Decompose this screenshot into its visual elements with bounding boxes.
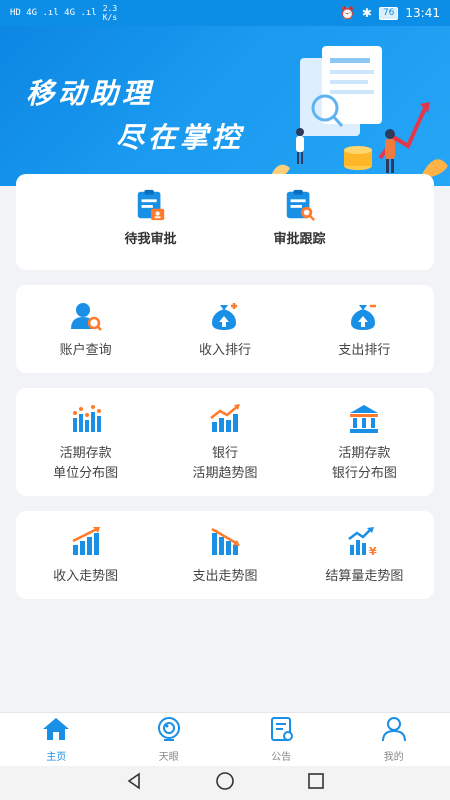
tab-profile-label: 我的	[383, 752, 404, 763]
banner-subtitle: 尽在掌控	[116, 121, 245, 154]
eye-icon	[154, 716, 184, 746]
banner-title: 移动助理	[26, 77, 155, 110]
expense-trend-label: 支出走势图	[192, 569, 258, 584]
hero-banner: 移动助理 尽在掌控	[0, 26, 450, 186]
status-time: 13:41	[405, 6, 440, 20]
bottom-tab-bar: 主页 天眼 公告 我的	[0, 712, 450, 766]
expense-ranking-label: 支出排行	[338, 343, 391, 358]
account-query-button[interactable]: 账户查询	[16, 285, 155, 373]
system-nav-bar	[0, 766, 450, 800]
status-bar: HD 4G .ıl 4G .ıl 2.3 K/s ⏰ ✱ 76 13:41	[0, 0, 450, 26]
approval-tracking-button[interactable]: 审批跟踪	[225, 174, 374, 270]
recent-apps-icon[interactable]	[307, 772, 325, 794]
tab-notice-label: 公告	[271, 752, 292, 763]
bank-distribution-label-1: 活期存款	[338, 446, 391, 461]
network-speed: 2.3 K/s	[102, 4, 118, 22]
income-trend-icon	[69, 525, 103, 559]
settlement-trend-label: 结算量走势图	[325, 569, 404, 584]
bank-distribution-label-2: 银行分布图	[331, 466, 397, 481]
approval-card: 待我审批 审批跟踪	[16, 174, 434, 270]
bank-trend-button[interactable]: 银行 活期趋势图	[155, 388, 294, 496]
bank-distribution-button[interactable]: 活期存款 银行分布图	[295, 388, 434, 496]
account-query-icon	[69, 299, 103, 333]
home-icon	[41, 716, 71, 746]
notice-icon	[266, 716, 296, 746]
income-ranking-button[interactable]: 收入排行	[155, 285, 294, 373]
income-ranking-icon	[208, 299, 242, 333]
trend-card: 收入走势图 支出走势图 ¥ 结算量走势图	[16, 511, 434, 599]
signal-text: HD 4G .ıl 4G .ıl	[10, 8, 97, 18]
unit-distribution-label-1: 活期存款	[59, 446, 112, 461]
tab-profile[interactable]: 我的	[338, 713, 450, 766]
expense-trend-button[interactable]: 支出走势图	[155, 511, 294, 599]
trend-chart-icon	[208, 402, 242, 436]
approval-tracking-icon	[283, 188, 317, 222]
deposit-card: 活期存款 单位分布图 银行 活期趋势图 活期存款 银行分布图	[16, 388, 434, 496]
bank-trend-label-2: 活期趋势图	[192, 466, 258, 481]
banner-illustration	[270, 46, 448, 179]
profile-icon	[379, 716, 409, 746]
back-icon[interactable]	[125, 772, 143, 794]
query-card: 账户查询 收入排行 支出排行	[16, 285, 434, 373]
expense-ranking-icon	[347, 299, 381, 333]
expense-ranking-button[interactable]: 支出排行	[295, 285, 434, 373]
expense-trend-icon	[208, 525, 242, 559]
tab-notice[interactable]: 公告	[225, 713, 338, 766]
bar-chart-icon	[69, 402, 103, 436]
alarm-icon: ⏰	[339, 6, 355, 20]
approval-tracking-label: 审批跟踪	[273, 232, 326, 247]
tab-home[interactable]: 主页	[0, 713, 113, 766]
income-trend-button[interactable]: 收入走势图	[16, 511, 155, 599]
svg-text:¥: ¥	[369, 545, 377, 558]
tab-home-label: 主页	[46, 752, 67, 763]
tab-eye[interactable]: 天眼	[113, 713, 226, 766]
settlement-trend-button[interactable]: ¥ 结算量走势图	[295, 511, 434, 599]
pending-approval-icon	[134, 188, 168, 222]
battery-indicator: 76	[378, 6, 399, 20]
settlement-trend-icon: ¥	[347, 525, 381, 559]
tab-eye-label: 天眼	[158, 752, 179, 763]
home-circle-icon[interactable]	[215, 771, 235, 795]
bluetooth-icon: ✱	[361, 6, 372, 20]
bank-trend-label-1: 银行	[211, 446, 238, 461]
signal-indicators: HD 4G .ıl 4G .ıl 2.3 K/s	[10, 4, 117, 22]
unit-distribution-button[interactable]: 活期存款 单位分布图	[16, 388, 155, 496]
account-query-label: 账户查询	[59, 343, 112, 358]
unit-distribution-label-2: 单位分布图	[53, 466, 119, 481]
bank-icon	[347, 402, 381, 436]
income-trend-label: 收入走势图	[53, 569, 119, 584]
income-ranking-label: 收入排行	[198, 343, 251, 358]
pending-approval-label: 待我审批	[124, 232, 177, 247]
pending-approval-button[interactable]: 待我审批	[76, 174, 225, 270]
